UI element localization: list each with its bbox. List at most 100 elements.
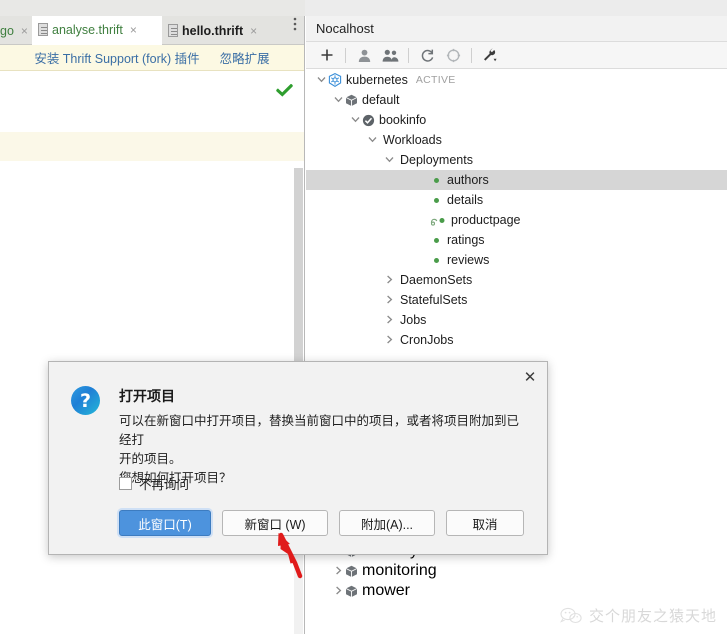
toolbar-divider — [471, 47, 472, 63]
tree-node-label: monitoring — [362, 562, 437, 579]
checkbox-box[interactable] — [119, 477, 132, 490]
close-icon[interactable]: × — [250, 25, 257, 37]
this-window-button[interactable]: 此窗口(T) — [119, 510, 211, 536]
single-user-button[interactable] — [351, 43, 377, 67]
tree-node-details[interactable]: details — [306, 190, 727, 210]
more-vertical-icon[interactable] — [293, 16, 297, 45]
editor-tab-label: analyse.thrift — [52, 22, 123, 37]
tree-node-daemonsets[interactable]: DaemonSets — [306, 270, 727, 290]
close-icon[interactable]: ✕ — [521, 368, 539, 386]
tree-node-workloads[interactable]: Workloads — [306, 130, 727, 150]
close-icon[interactable]: × — [21, 25, 28, 37]
chevron-right-icon[interactable] — [382, 275, 396, 284]
tree-node-ratings[interactable]: ratings — [306, 230, 727, 250]
editor-tab-bar: go × analyse.thrift × hello.thrift × — [0, 16, 304, 45]
editor-tab-analyse-thrift[interactable]: analyse.thrift × — [32, 16, 162, 45]
dialog-message-line: 开的项目。 — [119, 452, 182, 466]
k8s-icon — [328, 72, 342, 87]
status-dot-portforward-icon — [430, 214, 447, 227]
editor-tab-go[interactable]: go × — [0, 16, 36, 45]
status-dot-icon — [430, 254, 443, 267]
tree-node-deployments[interactable]: Deployments — [306, 150, 727, 170]
new-window-button[interactable]: 新窗口 (W) — [222, 510, 328, 536]
toolbar-divider — [345, 47, 346, 63]
dont-ask-again-checkbox[interactable]: 不再询问 — [119, 474, 189, 493]
tree-node-label: kubernetes — [346, 73, 408, 87]
app-installed-icon — [362, 114, 375, 127]
status-badge: ACTIVE — [415, 74, 456, 86]
editor-tab-label: go — [0, 23, 14, 38]
check-mark-icon[interactable] — [275, 83, 294, 101]
tree-node-label: reviews — [447, 253, 490, 267]
wrench-icon[interactable] — [477, 43, 503, 67]
close-icon[interactable]: × — [130, 24, 137, 36]
tree-node-jobs[interactable]: Jobs — [306, 310, 727, 330]
dialog-title: 打开项目 — [119, 388, 175, 404]
tree-node-default[interactable]: default — [306, 90, 727, 110]
status-dot-icon — [430, 174, 443, 187]
tree-node-label: Workloads — [383, 133, 442, 147]
tree-node-label: productpage — [451, 213, 521, 227]
status-dot-icon — [430, 234, 443, 247]
editor-scrollbar-thumb[interactable] — [294, 168, 303, 368]
tree-node-kubernetes[interactable]: kubernetes ACTIVE — [306, 70, 727, 90]
chevron-down-icon[interactable] — [348, 115, 362, 124]
chevron-right-icon[interactable] — [382, 315, 396, 324]
chevron-down-icon[interactable] — [365, 135, 379, 144]
nocalhost-panel-title: Nocalhost — [306, 16, 727, 42]
tree-node-label: StatefulSets — [400, 293, 468, 307]
tree-node-label: authors — [447, 173, 489, 187]
toolbar-divider — [408, 47, 409, 63]
app-window: go × analyse.thrift × hello.thrift × 安装 … — [0, 0, 727, 634]
tree-node-label: mower — [362, 582, 411, 599]
question-mark-icon: ? — [71, 386, 100, 415]
plugin-suggestion-bar: 安装 Thrift Support (fork) 插件 忽略扩展 — [0, 45, 304, 71]
tree-node-authors[interactable]: authors — [306, 170, 727, 190]
chevron-down-icon[interactable] — [382, 155, 396, 164]
chevron-down-icon[interactable] — [331, 95, 345, 104]
open-project-dialog: ✕ ? 打开项目 可以在新窗口中打开项目，替换当前窗口中的项目，或者将项目附加到… — [48, 361, 548, 555]
tree-node-label: details — [447, 193, 484, 207]
tree-node-label: Deployments — [400, 153, 473, 167]
cube-icon — [345, 94, 358, 107]
tree-node-label: default — [362, 93, 400, 107]
checkbox-label: 不再询问 — [139, 478, 190, 492]
ignore-extension-link[interactable]: 忽略扩展 — [220, 48, 270, 67]
file-icon — [168, 24, 178, 37]
install-plugin-link[interactable]: 安装 Thrift Support (fork) 插件 — [34, 48, 199, 67]
tree-node-cronjobs[interactable]: CronJobs — [306, 330, 727, 350]
tree-node-statefulsets[interactable]: StatefulSets — [306, 290, 727, 310]
nocalhost-toolbar — [306, 42, 727, 69]
tree-node-mower[interactable]: mower — [306, 581, 727, 601]
status-dot-icon — [430, 194, 443, 207]
tree-node-label: ratings — [447, 233, 485, 247]
tree-node-bookinfo[interactable]: bookinfo — [306, 110, 727, 130]
editor-tab-label: hello.thrift — [182, 23, 244, 38]
refresh-button[interactable] — [414, 43, 440, 67]
attach-button[interactable]: 附加(A)... — [339, 510, 435, 536]
editor-tab-hello-thrift[interactable]: hello.thrift × — [162, 16, 272, 45]
group-users-button[interactable] — [377, 43, 403, 67]
chevron-right-icon[interactable] — [331, 566, 345, 575]
tree-node-label: bookinfo — [379, 113, 427, 127]
chevron-right-icon[interactable] — [331, 586, 345, 595]
cube-icon — [345, 565, 358, 578]
tree-node-label: DaemonSets — [400, 273, 473, 287]
file-icon — [38, 23, 48, 36]
chevron-down-icon[interactable] — [314, 75, 328, 84]
crosshair-icon[interactable] — [440, 43, 466, 67]
chevron-right-icon[interactable] — [382, 335, 396, 344]
dialog-button-row: 此窗口(T) 新窗口 (W) 附加(A)... 取消 — [119, 510, 524, 536]
editor-highlighted-line — [0, 132, 304, 161]
window-chrome-strip-right — [305, 0, 727, 16]
tree-node-label: Jobs — [400, 313, 427, 327]
dialog-message-line: 可以在新窗口中打开项目，替换当前窗口中的项目，或者将项目附加到已经打 — [119, 414, 520, 447]
tree-node-reviews[interactable]: reviews — [306, 250, 727, 270]
cancel-button[interactable]: 取消 — [446, 510, 524, 536]
chevron-right-icon[interactable] — [382, 295, 396, 304]
tree-node-monitoring[interactable]: monitoring — [306, 561, 727, 581]
add-cluster-button[interactable] — [314, 43, 340, 67]
tree-node-label: CronJobs — [400, 333, 454, 347]
tree-node-productpage[interactable]: productpage — [306, 210, 727, 230]
cube-icon — [345, 585, 358, 598]
